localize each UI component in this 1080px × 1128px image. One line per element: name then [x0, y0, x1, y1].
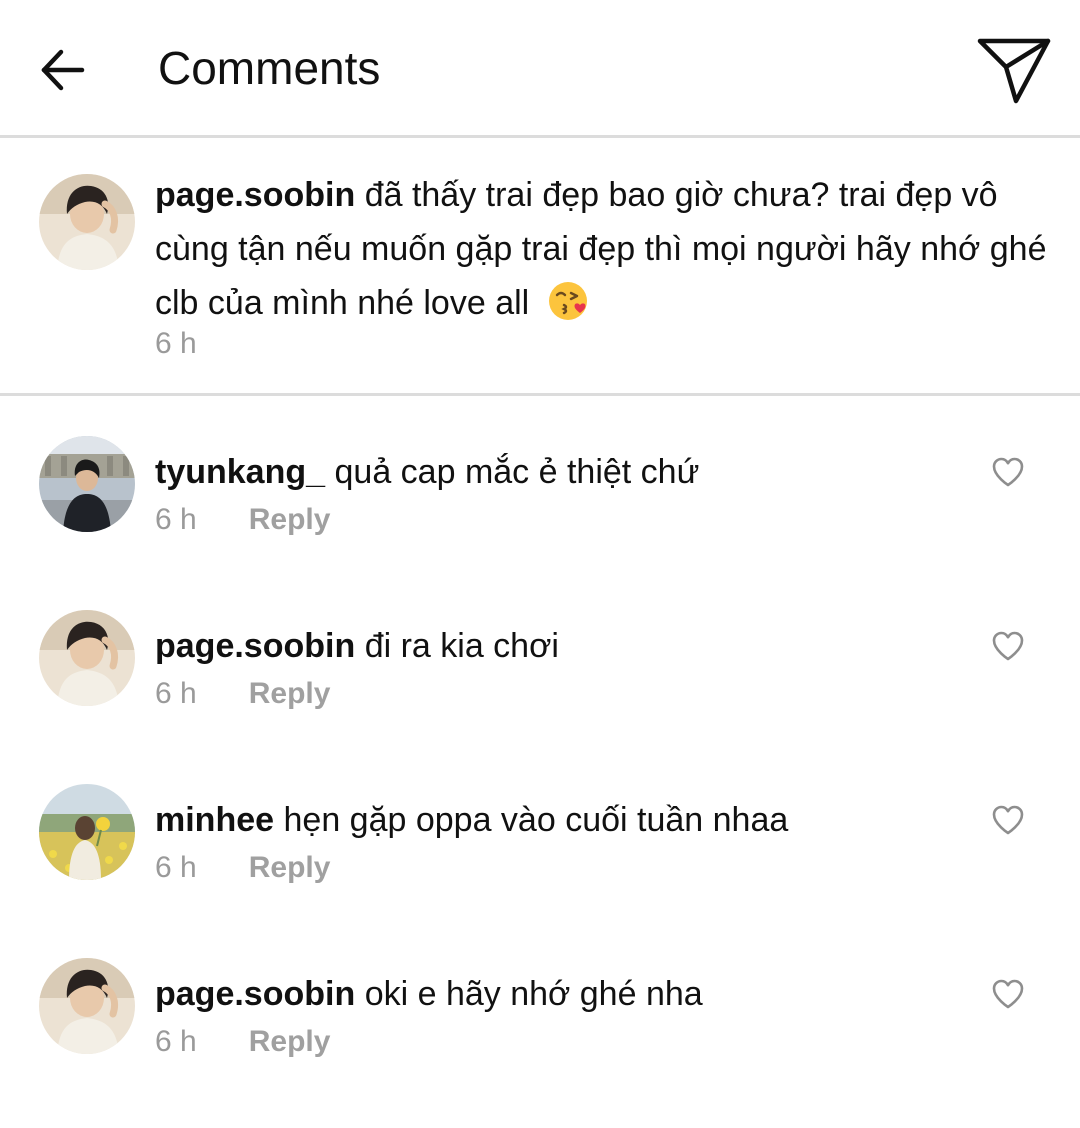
comment-meta: 6 h Reply: [155, 1022, 330, 1062]
top-bar: Comments: [0, 0, 1080, 136]
comment-item: minhee hẹn gặp oppa vào cuối tuần nhaa 6…: [0, 784, 1080, 954]
comment-body: oki e hãy nhớ ghé nha: [364, 975, 703, 1013]
comment-username[interactable]: page.soobin: [155, 627, 355, 665]
back-button[interactable]: [30, 38, 94, 102]
caption-timestamp: 6 h: [155, 327, 197, 360]
comment-body: quả cap mắc ẻ thiệt chứ: [334, 453, 700, 491]
comment-meta: 6 h Reply: [155, 500, 330, 540]
post-caption: page.soobin đã thấy trai đẹp bao giờ chư…: [0, 140, 1080, 394]
comment-item: page.soobin oki e hãy nhớ ghé nha 6 h Rep…: [0, 958, 1080, 1128]
caption-text: page.soobin đã thấy trai đẹp bao giờ chư…: [155, 168, 1070, 330]
comment-username[interactable]: page.soobin: [155, 975, 355, 1013]
avatar[interactable]: [39, 784, 135, 880]
avatar[interactable]: [39, 958, 135, 1054]
comment-timestamp: 6 h: [155, 503, 197, 536]
heart-icon[interactable]: [990, 802, 1026, 838]
header-divider: [0, 135, 1080, 138]
comment-text: page.soobin đi ra kia chơi: [155, 624, 975, 668]
paper-plane-icon: [977, 38, 1051, 104]
page-title: Comments: [158, 42, 381, 94]
avatar[interactable]: [39, 174, 135, 270]
caption-username[interactable]: page.soobin: [155, 176, 355, 214]
comment-body: hẹn gặp oppa vào cuối tuần nhaa: [283, 801, 789, 839]
avatar[interactable]: [39, 436, 135, 532]
comment-meta: 6 h Reply: [155, 674, 330, 714]
comment-timestamp: 6 h: [155, 851, 197, 884]
comment-meta: 6 h Reply: [155, 848, 330, 888]
reply-button[interactable]: Reply: [249, 1025, 331, 1058]
arrow-left-icon: [41, 49, 85, 91]
caption-divider: [0, 393, 1080, 396]
heart-icon[interactable]: [990, 976, 1026, 1012]
comment-text: minhee hẹn gặp oppa vào cuối tuần nhaa: [155, 798, 975, 842]
reply-button[interactable]: Reply: [249, 503, 331, 536]
comment-text: page.soobin oki e hãy nhớ ghé nha: [155, 972, 975, 1016]
comment-username[interactable]: minhee: [155, 801, 274, 839]
comment-body: đi ra kia chơi: [364, 627, 559, 665]
comment-item: page.soobin đi ra kia chơi 6 h Reply: [0, 610, 1080, 780]
comment-username[interactable]: tyunkang_: [155, 453, 325, 491]
reply-button[interactable]: Reply: [249, 851, 331, 884]
face-blowing-kiss-emoji: [548, 282, 587, 320]
heart-icon[interactable]: [990, 628, 1026, 664]
comment-text: tyunkang_ quả cap mắc ẻ thiệt chứ: [155, 450, 975, 494]
reply-button[interactable]: Reply: [249, 677, 331, 710]
heart-icon[interactable]: [990, 454, 1026, 490]
share-button[interactable]: [972, 30, 1056, 110]
avatar[interactable]: [39, 610, 135, 706]
comment-timestamp: 6 h: [155, 677, 197, 710]
comment-item: tyunkang_ quả cap mắc ẻ thiệt chứ 6 h Rep…: [0, 436, 1080, 606]
comment-timestamp: 6 h: [155, 1025, 197, 1058]
